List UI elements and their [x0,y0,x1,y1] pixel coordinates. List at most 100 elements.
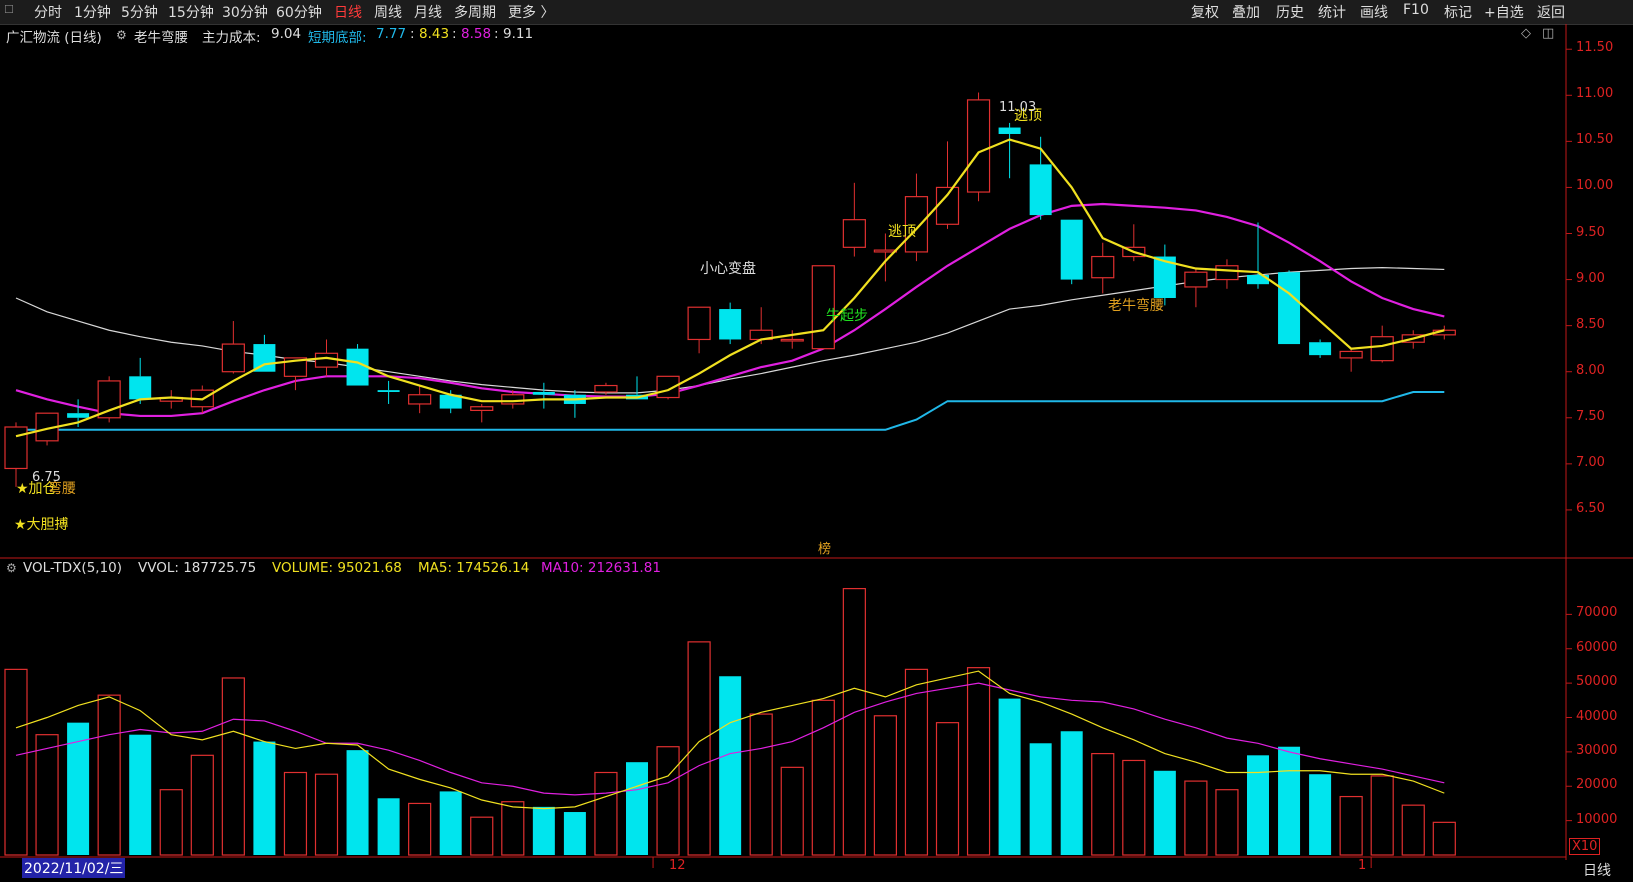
volume-bar-up [1370,775,1394,856]
stock-chart[interactable] [0,0,1633,882]
price-tick-label: 8.00 [1576,362,1605,378]
candle-up [842,219,866,248]
cursor-date: 2022/11/02/三 [22,858,126,878]
price-tick-label: 9.00 [1576,270,1605,286]
price-tick-label: 7.00 [1576,454,1605,470]
volume-bar-up [408,802,432,856]
volume-bar-down [998,698,1021,855]
period-indicator[interactable]: 日线 [1583,860,1611,880]
volume-tick-label: 60000 [1576,639,1618,655]
volume-bar-down [346,750,369,855]
volume-bar-up [1184,780,1208,856]
volume-bar-down [377,798,400,855]
volume-bar-up [221,677,245,856]
candle-up [408,394,432,405]
candle-down [719,309,742,340]
price-tick-label: 9.50 [1576,224,1605,240]
month-label-1: 1 [1358,858,1367,873]
volume-bar-up [1091,752,1115,856]
volume-bar-up [1401,804,1425,856]
candle-up [780,338,804,342]
candle-up [4,426,28,470]
annotation-taoding-1: 逃顶 [888,224,916,240]
volume-bar-down [1247,755,1269,855]
volume-tick-label: 40000 [1576,708,1618,724]
volume-bar-up [97,694,121,856]
volume-bar-up [749,713,773,856]
volume-bar-up [314,773,339,856]
volume-bar-down [1060,731,1083,855]
volume-bar-up [935,722,960,856]
annotation-dadan: ★大胆搏 [14,517,69,533]
volume-bar-up [501,801,525,856]
volume-bar-down [1153,770,1176,855]
volume-tick-label: 30000 [1576,742,1618,758]
volume-bar-down [532,806,555,855]
volume-bar-up [1215,789,1239,856]
candle-up [1184,271,1208,288]
volume-bar-up [4,668,28,856]
price-tick-label: 11.50 [1576,40,1614,56]
candle-down [1029,164,1052,216]
support-line [16,390,1445,431]
volume-bar-down [1029,743,1052,855]
high-price-label: 11.03 [999,100,1037,115]
volume-bar-down [626,762,648,855]
candle-down [1278,272,1301,345]
volume-bar-up [1339,795,1363,856]
volume-bar-up [594,771,618,856]
price-tick-label: 8.50 [1576,316,1605,332]
annotation-laoniu: 老牛弯腰 [1108,298,1164,314]
candle-down [532,391,555,395]
volume-bar-down [719,676,742,855]
candle-up [1215,265,1239,281]
volume-bar-up [966,667,991,856]
candle-down [1309,342,1332,356]
low-price-label: 6.75 [32,470,61,485]
month-label-12: 12 [669,858,686,873]
volume-tick-label: 50000 [1576,674,1618,690]
candle-up [594,384,618,393]
candle-up [1339,350,1363,359]
ma-short-line [15,138,1445,438]
candle-up [966,99,991,193]
candle-down [998,127,1021,134]
volume-bar-down [129,734,152,855]
volume-bar-up [190,754,214,856]
volume-bar-down [1309,774,1332,855]
candle-down [67,413,90,418]
candle-up [314,352,339,368]
volume-bar-up [842,587,866,856]
candle-up [501,394,525,405]
annotation-bang: 榜 [818,542,832,557]
candle-up [1091,255,1115,279]
price-tick-label: 10.50 [1576,132,1614,148]
volume-bar-up [687,641,711,856]
candle-down [377,390,400,392]
candle-up [1370,336,1394,362]
price-tick-label: 11.00 [1576,86,1614,102]
volume-tick-label: 10000 [1576,811,1618,827]
volume-bar-down [1278,746,1301,855]
candle-up [470,406,494,412]
zoom-x10-button[interactable]: X10 [1569,838,1601,855]
volume-bar-down [439,791,462,855]
candle-up [687,306,711,341]
volume-bar-up [159,789,183,856]
volume-tick-label: 20000 [1576,777,1618,793]
volume-bar-up [873,715,898,856]
candle-down [1060,219,1083,280]
price-tick-label: 7.50 [1576,408,1605,424]
price-tick-label: 6.50 [1576,500,1605,516]
annotation-xiaoxin: 小心变盘 [700,261,756,277]
volume-bar-down [67,722,90,855]
candle-down [129,376,152,400]
candle-up [221,343,245,373]
volume-bar-up [780,766,804,856]
volume-bar-up [656,746,680,856]
volume-bar-up [35,734,59,856]
volume-bar-up [904,668,929,856]
volume-bar-up [1432,821,1456,856]
volume-bar-up [1122,759,1146,856]
volume-bar-up [283,771,308,856]
